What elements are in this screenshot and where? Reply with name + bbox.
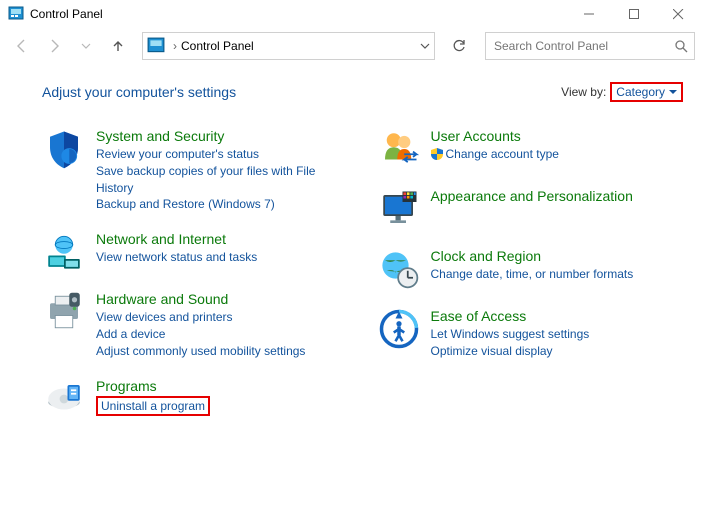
link-devices-printers[interactable]: View devices and printers bbox=[96, 310, 233, 324]
category-user-accounts: User Accounts Change account type bbox=[377, 128, 684, 170]
left-column: System and Security Review your computer… bbox=[42, 128, 349, 438]
category-programs: Programs Uninstall a program bbox=[42, 378, 349, 420]
category-title[interactable]: Network and Internet bbox=[96, 231, 257, 247]
link-date-formats[interactable]: Change date, time, or number formats bbox=[431, 267, 634, 281]
category-title[interactable]: Programs bbox=[96, 378, 210, 394]
category-title[interactable]: Hardware and Sound bbox=[96, 291, 305, 307]
maximize-button[interactable] bbox=[611, 0, 656, 28]
address-bar[interactable]: › Control Panel bbox=[142, 32, 435, 60]
chevron-down-icon[interactable] bbox=[420, 41, 430, 51]
view-by-label: View by: bbox=[561, 85, 606, 99]
link-backup-restore[interactable]: Backup and Restore (Windows 7) bbox=[96, 197, 275, 211]
chevron-right-icon: › bbox=[173, 39, 177, 53]
link-review-status[interactable]: Review your computer's status bbox=[96, 147, 259, 161]
category-network-internet: Network and Internet View network status… bbox=[42, 231, 349, 273]
refresh-button[interactable] bbox=[445, 32, 473, 60]
app-icon bbox=[8, 6, 24, 22]
close-button[interactable] bbox=[656, 0, 701, 28]
network-icon[interactable] bbox=[42, 231, 86, 273]
users-icon[interactable] bbox=[377, 128, 421, 170]
category-title[interactable]: Ease of Access bbox=[431, 308, 590, 324]
category-appearance: Appearance and Personalization bbox=[377, 188, 684, 230]
category-title[interactable]: System and Security bbox=[96, 128, 349, 144]
category-title[interactable]: Clock and Region bbox=[431, 248, 634, 264]
link-change-account-type[interactable]: Change account type bbox=[446, 146, 559, 163]
back-button[interactable] bbox=[8, 32, 36, 60]
forward-button[interactable] bbox=[40, 32, 68, 60]
category-ease-of-access: Ease of Access Let Windows suggest setti… bbox=[377, 308, 684, 360]
category-title[interactable]: User Accounts bbox=[431, 128, 559, 144]
category-hardware-sound: Hardware and Sound View devices and prin… bbox=[42, 291, 349, 359]
category-title[interactable]: Appearance and Personalization bbox=[431, 188, 633, 204]
right-column: User Accounts Change account type Appear… bbox=[377, 128, 684, 438]
link-uninstall-program[interactable]: Uninstall a program bbox=[101, 399, 205, 413]
search-input[interactable] bbox=[492, 38, 674, 54]
clock-globe-icon[interactable] bbox=[377, 248, 421, 290]
breadcrumb-root[interactable]: Control Panel bbox=[181, 39, 254, 53]
link-file-history[interactable]: Save backup copies of your files with Fi… bbox=[96, 164, 315, 195]
uac-shield-icon bbox=[431, 148, 443, 160]
chevron-down-icon bbox=[669, 88, 677, 96]
view-by-selector[interactable]: Category bbox=[610, 82, 683, 102]
title-bar: Control Panel bbox=[0, 0, 703, 28]
window-title: Control Panel bbox=[30, 7, 566, 21]
link-mobility[interactable]: Adjust commonly used mobility settings bbox=[96, 344, 305, 358]
up-button[interactable] bbox=[104, 32, 132, 60]
recent-locations-button[interactable] bbox=[72, 32, 100, 60]
page-title: Adjust your computer's settings bbox=[42, 84, 561, 100]
link-network-status[interactable]: View network status and tasks bbox=[96, 250, 257, 264]
ease-of-access-icon[interactable] bbox=[377, 308, 421, 360]
category-system-security: System and Security Review your computer… bbox=[42, 128, 349, 213]
printer-icon[interactable] bbox=[42, 291, 86, 359]
link-optimize-display[interactable]: Optimize visual display bbox=[431, 344, 553, 358]
view-by-value: Category bbox=[616, 85, 665, 99]
nav-row: › Control Panel bbox=[0, 28, 703, 64]
address-icon bbox=[147, 37, 165, 55]
link-suggest-settings[interactable]: Let Windows suggest settings bbox=[431, 327, 590, 341]
monitor-icon[interactable] bbox=[377, 188, 421, 230]
shield-icon[interactable] bbox=[42, 128, 86, 213]
link-add-device[interactable]: Add a device bbox=[96, 327, 165, 341]
category-clock-region: Clock and Region Change date, time, or n… bbox=[377, 248, 684, 290]
search-icon[interactable] bbox=[674, 39, 688, 53]
minimize-button[interactable] bbox=[566, 0, 611, 28]
search-box[interactable] bbox=[485, 32, 695, 60]
programs-icon[interactable] bbox=[42, 378, 86, 420]
